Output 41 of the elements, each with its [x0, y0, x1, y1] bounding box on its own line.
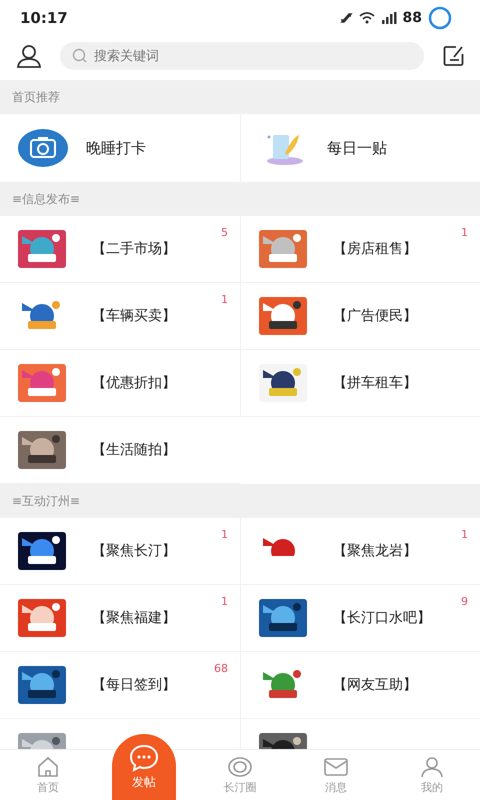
home-icon — [36, 756, 60, 778]
ring-icon — [227, 756, 253, 778]
section-title: ≡互动汀州≡ — [12, 492, 80, 510]
search-icon — [72, 48, 88, 64]
post-count: 9 — [461, 595, 468, 608]
post-count: 1 — [221, 528, 228, 541]
category-label[interactable]: 【网友互助】 — [333, 676, 417, 694]
signal-icon — [380, 12, 397, 24]
mail-icon — [323, 756, 349, 778]
post-count: 5 — [221, 226, 228, 239]
category-label[interactable]: 【聚焦长汀】 — [92, 542, 176, 560]
battery-ring-icon — [428, 6, 452, 30]
category-label[interactable]: 【优惠折扣】 — [92, 374, 176, 392]
category-label[interactable]: 【长汀口水吧】 — [333, 609, 431, 627]
post-count: 1 — [221, 293, 228, 306]
wifi-icon — [358, 12, 375, 24]
category-label[interactable]: 【每日签到】 — [92, 676, 176, 694]
status-time: 10:17 — [20, 9, 68, 27]
category-label[interactable]: 【生活随拍】 — [92, 441, 176, 459]
category-label[interactable]: 【车辆买卖】 — [92, 307, 176, 325]
chat-bubble-icon — [129, 744, 159, 772]
post-count: 1 — [461, 528, 468, 541]
post-count: 1 — [221, 595, 228, 608]
category-label[interactable]: 【聚焦龙岩】 — [333, 542, 417, 560]
section-title: 首页推荐 — [12, 88, 60, 106]
user-icon — [420, 756, 444, 778]
category-label[interactable]: 【二手市场】 — [92, 240, 176, 258]
category-label[interactable]: 【聚焦福建】 — [92, 609, 176, 627]
post-count: 68 — [214, 662, 228, 675]
compose-icon[interactable] — [442, 44, 466, 68]
battery-level: 88 — [402, 10, 422, 26]
shortcut-label[interactable]: 每日一贴 — [327, 138, 387, 158]
section-title: ≡信息发布≡ — [12, 190, 80, 208]
camera-icon[interactable] — [18, 129, 68, 167]
user-icon[interactable] — [16, 43, 42, 69]
category-label[interactable]: 【房店租售】 — [333, 240, 417, 258]
category-label[interactable]: 【拼车租车】 — [333, 374, 417, 392]
shortcut-label[interactable]: 晚睡打卡 — [86, 138, 146, 158]
post-count: 1 — [461, 226, 468, 239]
search-field[interactable]: 搜索关键词 — [60, 42, 424, 70]
category-label[interactable]: 【广告便民】 — [333, 307, 417, 325]
